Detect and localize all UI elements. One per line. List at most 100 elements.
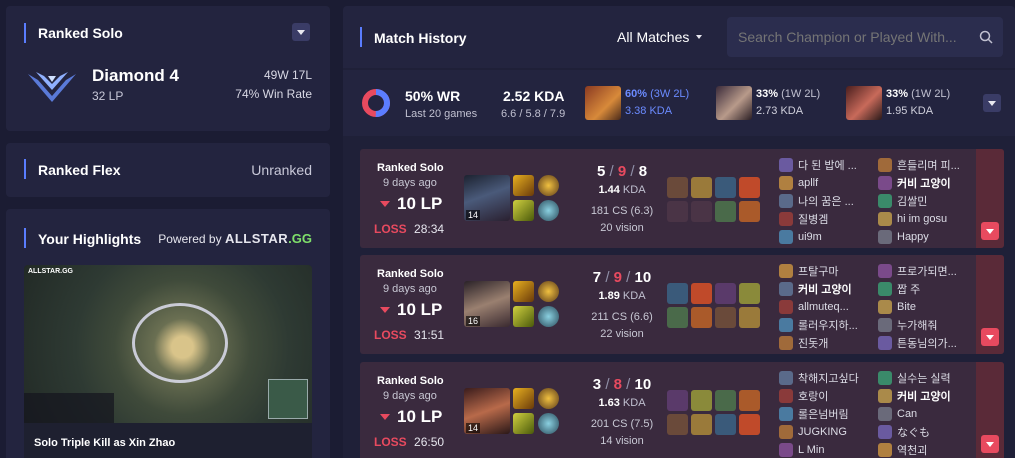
summary-champ-kda: 1.95 KDA (886, 105, 934, 117)
match-summary: 50% WR Last 20 games 2.52 KDA 6.6 / 5.8 … (343, 70, 1015, 136)
match-row[interactable]: Ranked Solo 9 days ago 10 LP LOSS 31:51 1… (360, 255, 1004, 354)
title-accent (24, 228, 26, 248)
player-entry[interactable]: Happy (878, 228, 974, 246)
match-expand-button[interactable] (981, 328, 999, 346)
search-input[interactable] (738, 27, 968, 47)
player-name: 튼동님의가... (897, 338, 957, 350)
player-champion-icon (779, 300, 793, 314)
player-entry[interactable]: L Min (779, 441, 875, 458)
match-filter-dropdown[interactable]: All Matches (617, 29, 703, 45)
player-entry[interactable]: 호랑이 (779, 387, 875, 405)
kda-value: 1.44 (598, 184, 620, 196)
summary-games: Last 20 games (405, 108, 478, 120)
match-expand-button[interactable] (981, 222, 999, 240)
kda-value: 1.89 (598, 290, 620, 302)
player-champion-icon (878, 282, 892, 296)
player-entry[interactable]: 역천괴 (878, 441, 974, 458)
player-entry[interactable]: ui9m (779, 228, 875, 246)
player-name: Can (897, 408, 918, 420)
item-icon (715, 177, 736, 198)
player-name: ui9m (798, 231, 822, 243)
summary-champ-kda: 2.73 KDA (756, 105, 804, 117)
ranked-flex-title: Ranked Flex (38, 162, 121, 178)
match-row[interactable]: Ranked Solo 9 days ago 10 LP LOSS 28:34 1… (360, 149, 1004, 248)
rune-icon (538, 413, 559, 434)
player-entry[interactable]: Can (878, 405, 974, 423)
player-entry[interactable]: 튼동님의가... (878, 334, 974, 352)
player-entry[interactable]: JUGKING (779, 423, 875, 441)
rank-tier: Diamond 4 (92, 66, 179, 85)
player-entry[interactable]: 나의 꿈은 ... (779, 192, 875, 210)
player-entry[interactable]: 롤러우지하... (779, 316, 875, 334)
player-champion-icon (779, 194, 793, 208)
rank-win-rate: 74% Win Rate (235, 87, 312, 101)
player-entry[interactable]: 롤은넘버림 (779, 405, 875, 423)
player-champion-icon (779, 176, 793, 190)
player-entry[interactable]: 프로가되면... (878, 262, 974, 280)
player-champion-icon (878, 389, 892, 403)
match-expand-button[interactable] (981, 435, 999, 453)
rune-icon (538, 388, 559, 409)
player-entry[interactable]: 다 된 밥에 ... (779, 156, 875, 174)
player-entry[interactable]: hi im gosu (878, 210, 974, 228)
player-entry[interactable]: 착해지고싶다 (779, 369, 875, 387)
player-entry[interactable]: 김쌀민 (878, 192, 974, 210)
player-name: 착해지고싶다 (798, 373, 859, 385)
match-row[interactable]: Ranked Solo 9 days ago 10 LP LOSS 26:50 1… (360, 362, 1004, 458)
player-entry[interactable]: 커비 고양이 (878, 174, 974, 192)
player-name: Happy (897, 231, 929, 243)
player-champion-icon (878, 318, 892, 332)
player-champion-icon (779, 425, 793, 439)
item-icon (667, 201, 688, 222)
highlight-clip-card[interactable]: ALLSTAR.GG Solo Triple Kill as Xin Zhao (24, 265, 312, 458)
summary-kda: 2.52 KDA (503, 88, 565, 104)
player-name: L Min (798, 444, 825, 456)
kda-label: KDA (622, 184, 646, 196)
ranked-solo-title: Ranked Solo (38, 25, 123, 41)
player-entry[interactable]: 커비 고양이 (878, 387, 974, 405)
player-entry[interactable]: 커비 고양이 (779, 280, 875, 298)
ranked-flex-panel: Ranked Flex Unranked (6, 143, 330, 197)
summary-kda-detail: 6.6 / 5.8 / 7.9 (501, 108, 566, 120)
player-name: 프탈구마 (798, 266, 839, 278)
player-entry[interactable]: 프탈구마 (779, 262, 875, 280)
player-champion-icon (779, 158, 793, 172)
player-entry[interactable]: 누가해줘 (878, 316, 974, 334)
summary-champ-pct: 33% (1W 2L) (886, 88, 950, 100)
item-icon (691, 177, 712, 198)
chevron-down-icon (297, 29, 305, 35)
player-name: 롤러우지하... (798, 320, 858, 332)
powered-by[interactable]: Powered by ALLSTAR.GG (158, 231, 312, 246)
deaths: 9 (617, 163, 627, 180)
player-entry[interactable]: allmuteq... (779, 298, 875, 316)
ranked-solo-toggle-button[interactable] (292, 23, 310, 41)
player-entry[interactable]: 실수는 실력 (878, 369, 974, 387)
player-champion-icon (878, 336, 892, 350)
search-icon[interactable] (979, 30, 993, 44)
search-box[interactable] (727, 17, 1003, 57)
kda-ratio: 1.89 KDA (572, 290, 672, 302)
player-entry[interactable]: なぐも (878, 423, 974, 441)
player-entry[interactable]: 질병겜 (779, 210, 875, 228)
lp-value: 10 LP (397, 300, 443, 319)
rune-icon (538, 281, 559, 302)
arrow-down-icon (380, 414, 390, 420)
creep-score: 211 CS (6.6) (591, 311, 653, 323)
player-entry[interactable]: 진돗개 (779, 334, 875, 352)
kills: 5 (596, 163, 606, 180)
thumb-hud (24, 393, 114, 423)
player-entry[interactable]: apllf (779, 174, 875, 192)
player-entry[interactable]: Bite (878, 298, 974, 316)
clip-thumbnail[interactable]: ALLSTAR.GG (24, 265, 312, 423)
player-entry[interactable]: 흔들리며 피... (878, 156, 974, 174)
player-name: 질병겜 (798, 214, 829, 226)
player-name: apllf (798, 177, 819, 189)
lp-value: 10 LP (397, 407, 443, 426)
vision-score: 14 vision (600, 435, 644, 447)
summary-champ-pct: 60% (3W 2L) (625, 88, 689, 100)
summoner-spell-icon (513, 281, 534, 302)
player-entry[interactable]: 짭 주 (878, 280, 974, 298)
summary-expand-button[interactable] (983, 94, 1001, 112)
summary-champ (846, 86, 882, 120)
ranked-solo-panel: Ranked Solo Diamond 4 32 LP 49W 17L 74% … (6, 6, 330, 131)
